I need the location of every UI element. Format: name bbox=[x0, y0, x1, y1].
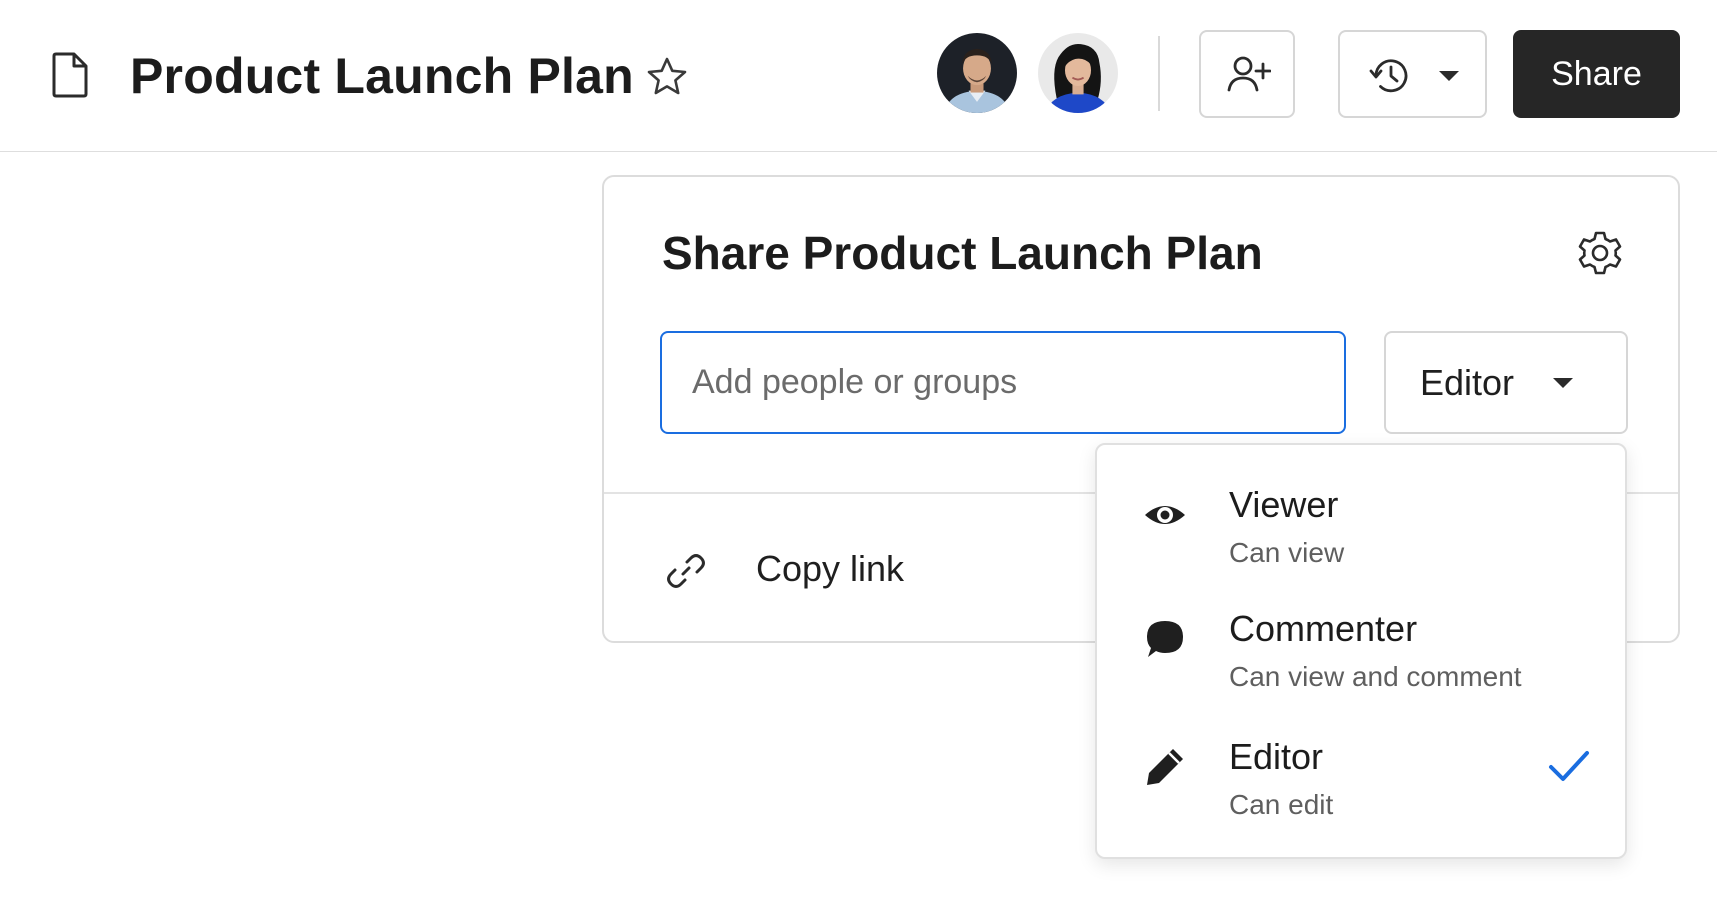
role-dropdown[interactable]: Editor bbox=[1384, 331, 1628, 434]
doc-header: Product Launch Plan Share bbox=[0, 0, 1717, 152]
doc-title[interactable]: Product Launch Plan bbox=[130, 44, 634, 108]
menu-item-description: Can view and comment bbox=[1229, 661, 1522, 692]
role-menu: Viewer Can view Commenter Can view and c… bbox=[1095, 443, 1627, 859]
pencil-icon bbox=[1147, 749, 1183, 785]
link-icon bbox=[667, 554, 705, 588]
role-dropdown-label: Editor bbox=[1420, 362, 1515, 403]
add-user-button[interactable] bbox=[1199, 30, 1295, 118]
menu-item-description: Can view bbox=[1229, 537, 1345, 568]
history-icon bbox=[1369, 59, 1408, 93]
gear-icon[interactable] bbox=[1574, 227, 1626, 279]
star-icon[interactable] bbox=[645, 55, 689, 99]
copy-link-button[interactable]: Copy link bbox=[664, 539, 944, 599]
menu-item-label: Editor bbox=[1229, 736, 1324, 777]
docs-page: Product Launch Plan Share Share Product … bbox=[0, 0, 1717, 916]
check-icon bbox=[1549, 751, 1589, 781]
comment-icon bbox=[1147, 621, 1183, 657]
menu-item-commenter[interactable]: Commenter Can view and comment bbox=[1097, 599, 1625, 719]
avatar[interactable] bbox=[934, 30, 1020, 116]
dialog-title: Share Product Launch Plan bbox=[662, 227, 1263, 279]
eye-icon bbox=[1145, 506, 1185, 524]
avatar[interactable] bbox=[1035, 30, 1121, 116]
add-user-icon bbox=[1227, 56, 1271, 92]
file-icon bbox=[52, 52, 88, 98]
caret-down-icon bbox=[1439, 71, 1459, 81]
header-divider bbox=[1158, 36, 1160, 111]
add-people-input[interactable] bbox=[660, 331, 1346, 434]
menu-item-description: Can edit bbox=[1229, 789, 1334, 820]
share-button[interactable]: Share bbox=[1513, 30, 1680, 118]
menu-item-label: Commenter bbox=[1229, 608, 1418, 649]
version-history-button[interactable] bbox=[1338, 30, 1487, 118]
menu-item-label: Viewer bbox=[1229, 484, 1339, 525]
menu-item-editor[interactable]: Editor Can edit bbox=[1097, 727, 1625, 847]
copy-link-label: Copy link bbox=[756, 548, 905, 589]
caret-down-icon bbox=[1553, 378, 1573, 388]
menu-item-viewer[interactable]: Viewer Can view bbox=[1097, 475, 1625, 595]
